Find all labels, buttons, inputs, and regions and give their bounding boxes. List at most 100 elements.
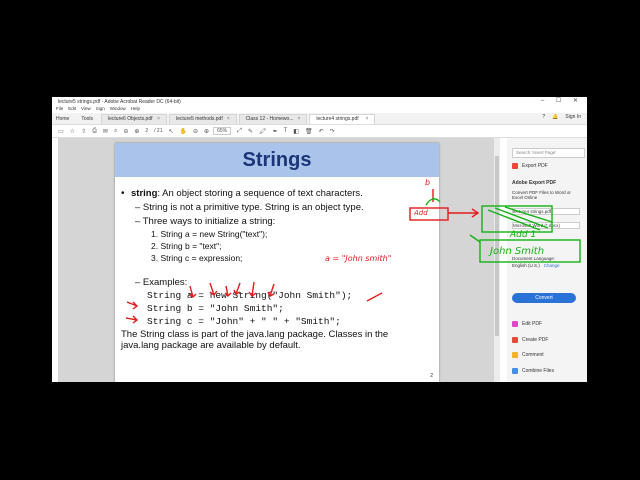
close-icon[interactable]: × — [227, 116, 230, 122]
next-page-icon[interactable]: ⊕ — [134, 128, 139, 135]
toolbar: ▭ ☆ ⇧ ⎙ ✉ ⌕ ⊖ ⊕ 2 / 21 ↖ ✋ ⊖ ⊕ 65% ⤢ ✎ 🖍… — [52, 125, 587, 138]
export-pdf-item[interactable]: Export PDF — [512, 163, 548, 169]
zoom-in-icon[interactable]: ⊕ — [204, 128, 209, 135]
bullet-rest: : An object storing a sequence of text c… — [157, 188, 363, 199]
create-pdf-label: Create PDF — [522, 337, 549, 343]
doc-tab-label: lecture5 methods.pdf — [176, 116, 223, 122]
page-total: / 21 — [154, 128, 163, 134]
doc-tab-active[interactable]: lecture4 strings.pdf × — [309, 113, 376, 124]
upload-icon[interactable]: ⇧ — [81, 128, 86, 135]
slide-title: Strings — [115, 143, 439, 177]
document-area: Strings • string: An object storing a se… — [58, 138, 494, 382]
bullet-main: • string: An object storing a sequence o… — [121, 188, 433, 199]
way-item: 2. String b = "text"; — [151, 241, 222, 251]
bullet-icon: • — [121, 188, 125, 199]
prev-page-icon[interactable]: ⊖ — [123, 128, 128, 135]
vertical-scrollbar[interactable] — [494, 138, 500, 382]
doc-tab[interactable]: lecture6 Objects.pdf × — [101, 113, 168, 124]
bullet-term: string — [131, 188, 158, 199]
doc-language-row: English (U.S.) Change — [512, 263, 560, 268]
zoom-level[interactable]: 65% — [213, 127, 232, 135]
code-line: String b = "John Smith"; — [147, 303, 284, 314]
convert-button[interactable]: Convert — [512, 293, 576, 303]
mail-icon[interactable]: ✉ — [103, 128, 108, 135]
annotation-add1: Add 1 — [510, 230, 537, 240]
annotation-john-smith: John Smith — [490, 246, 545, 257]
right-tools-pane: Search 'Insert Page' Export PDF Adobe Ex… — [507, 138, 587, 382]
create-pdf-icon — [512, 337, 518, 343]
examples-label: – Examples: — [135, 277, 188, 288]
title-bar: lecture5 strings.pdf - Adobe Acrobat Rea… — [52, 97, 587, 106]
comment-icon — [512, 352, 518, 358]
close-icon[interactable]: × — [365, 116, 368, 122]
doc-tab[interactable]: Class 12 - Homewo... × — [238, 113, 308, 124]
highlight-icon[interactable]: 🖍 — [259, 128, 267, 135]
hand-icon[interactable]: ✋ — [180, 128, 187, 135]
redo-icon[interactable]: ↷ — [330, 128, 335, 135]
comment-item[interactable]: Comment — [512, 352, 544, 358]
combine-files-icon — [512, 368, 518, 374]
doc-tab-label: Class 12 - Homewo... — [245, 116, 294, 122]
code-line: String a = new String("John Smith"); — [147, 290, 353, 301]
change-link[interactable]: Change — [544, 263, 560, 268]
annotation-add-label: Add — [414, 209, 428, 217]
select-icon[interactable]: ↖ — [169, 128, 174, 135]
menu-help[interactable]: Help — [131, 106, 140, 113]
annotation-b-label: b — [425, 178, 431, 187]
close-icon[interactable]: × — [157, 116, 160, 122]
acrobat-window: lecture5 strings.pdf - Adobe Acrobat Rea… — [52, 97, 587, 382]
adobe-export-heading: Adobe Export PDF — [512, 180, 557, 186]
fit-icon[interactable]: ⤢ — [237, 128, 242, 135]
help-icon[interactable]: ? — [542, 114, 545, 120]
print-icon[interactable]: ⎙ — [92, 128, 97, 135]
menu-view[interactable]: View — [81, 106, 91, 113]
file-select[interactable]: lecture4 strings.pdf — [512, 208, 580, 215]
comment-icon[interactable]: ✎ — [248, 128, 253, 135]
edit-pdf-label: Edit PDF — [522, 321, 543, 327]
annotation-a-note: a = "John smith" — [325, 254, 392, 263]
home-tab[interactable]: Home — [56, 116, 69, 122]
bullet-text: string: An object storing a sequence of … — [131, 188, 363, 199]
combine-files-label: Combine Files — [522, 368, 554, 374]
pen-icon[interactable]: ✒ — [273, 128, 278, 135]
menu-window[interactable]: Window — [110, 106, 126, 113]
stamp-icon[interactable]: ◧ — [293, 128, 299, 135]
sign-in-link[interactable]: Sign In — [565, 114, 581, 120]
text-icon[interactable]: T — [284, 128, 288, 134]
save-icon[interactable]: ▭ — [58, 128, 64, 135]
account-area: ? 🔔 Sign In — [542, 114, 581, 120]
window-controls[interactable]: – ☐ ✕ — [541, 97, 583, 104]
edit-pdf-icon — [512, 321, 518, 327]
sub-bullet: – Three ways to initialize a string: — [135, 216, 276, 227]
export-pdf-icon — [512, 163, 518, 169]
create-pdf-item[interactable]: Create PDF — [512, 337, 548, 343]
search-icon[interactable]: ⌕ — [114, 128, 117, 135]
undo-icon[interactable]: ↶ — [319, 128, 324, 135]
doc-tab-label: lecture4 strings.pdf — [316, 116, 359, 122]
page-current[interactable]: 2 — [145, 128, 148, 134]
combine-files-item[interactable]: Combine Files — [512, 368, 554, 374]
doc-tab-label: lecture6 Objects.pdf — [108, 116, 153, 122]
tab-bar: Home Tools lecture6 Objects.pdf × lecture… — [52, 113, 587, 125]
bell-icon[interactable]: 🔔 — [552, 114, 558, 120]
code-line: String c = "John" + " " + "Smith"; — [147, 316, 341, 327]
star-icon[interactable]: ☆ — [70, 128, 75, 135]
menu-edit[interactable]: Edit — [68, 106, 76, 113]
menu-sign[interactable]: Sign — [96, 106, 105, 113]
convert-desc: Convert PDF Files to Word or Excel Onlin… — [512, 190, 571, 200]
trash-icon[interactable]: 🗑 — [305, 128, 313, 135]
zoom-out-icon[interactable]: ⊖ — [193, 128, 198, 135]
tools-tab[interactable]: Tools — [81, 116, 93, 122]
export-pdf-label: Export PDF — [522, 163, 548, 169]
tools-search-input[interactable]: Search 'Insert Page' — [512, 148, 585, 158]
way-item: 1. String a = new String("text"); — [151, 229, 268, 239]
doc-language-value: English (U.S.) — [512, 263, 540, 268]
comment-label: Comment — [522, 352, 544, 358]
sub-bullet: – String is not a primitive type. String… — [135, 202, 364, 213]
doc-tab[interactable]: lecture5 methods.pdf × — [169, 113, 237, 124]
close-icon[interactable]: × — [297, 116, 300, 122]
footer-text: The String class is part of the java.lan… — [121, 329, 389, 351]
menu-file[interactable]: File — [56, 106, 63, 113]
edit-pdf-item[interactable]: Edit PDF — [512, 321, 542, 327]
convert-to-select[interactable]: Microsoft Word (*.docx) — [512, 222, 580, 229]
